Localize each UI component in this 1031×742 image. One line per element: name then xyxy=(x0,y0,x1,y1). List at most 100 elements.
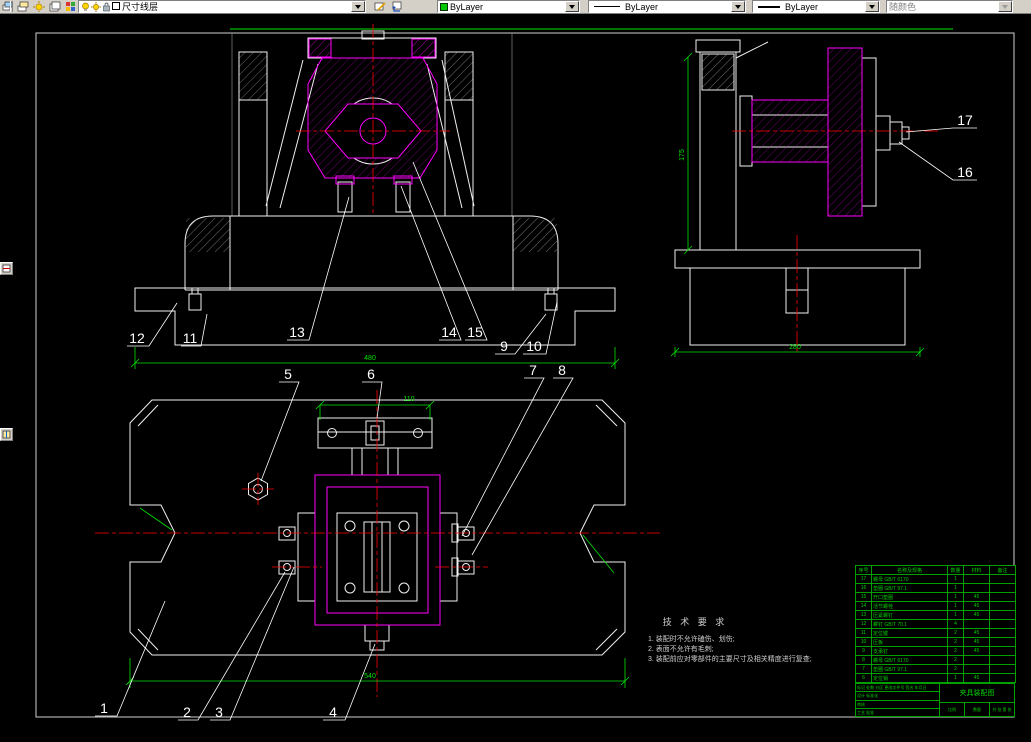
layer-manager-button[interactable] xyxy=(47,0,62,13)
bom-cell-remark xyxy=(989,673,1016,683)
callout-label: 16 xyxy=(957,164,973,180)
bom-row: 12 螺钉 GB/T 70.1 4 xyxy=(855,619,1016,629)
tech-requirements-title: 技 术 要 求 xyxy=(663,616,728,627)
bom-cell-name: 螺钉 GB/T 70.1 xyxy=(871,619,948,629)
bom-cell-qty: 1 xyxy=(947,592,964,602)
bom-row: 11 定位键 2 45 xyxy=(855,628,1016,638)
toolbar-grip[interactable] xyxy=(10,1,13,12)
bom-cell-qty: 2 xyxy=(947,628,964,638)
layer-combo-arrow[interactable] xyxy=(351,1,365,12)
sheet-arrow-icon xyxy=(391,1,401,12)
bom-cell-no: 11 xyxy=(855,628,872,638)
callout-label: 7 xyxy=(529,362,537,378)
lineweight-combo-value: ByLayer xyxy=(785,1,819,12)
bom-cell-qty: 2 xyxy=(947,646,964,656)
dim-side-base: 280 xyxy=(789,344,801,351)
bom-row: 9 支承钉 2 45 xyxy=(855,646,1016,656)
bom-cell-name: 压板 xyxy=(871,637,948,647)
callout-label: 13 xyxy=(289,324,305,340)
bom-cell-qty: 2 xyxy=(947,664,964,674)
bom-cell-name: 螺母 GB/T 6170 xyxy=(871,655,948,665)
title-block-fields: 比例 数量 共 张 第 张 xyxy=(940,703,1014,716)
lock-icon xyxy=(103,2,110,11)
bom-cell-no: 14 xyxy=(855,601,872,611)
bom-cell-qty: 1 xyxy=(947,601,964,611)
bom-cell-material: 45 xyxy=(963,628,990,638)
side-magenta-geometry xyxy=(751,47,863,217)
chevron-down-icon xyxy=(1002,5,1008,12)
front-view xyxy=(134,30,616,346)
bom-row: 10 压板 2 45 xyxy=(855,637,1016,647)
bom-cell-material xyxy=(963,583,990,593)
bom-cell-remark xyxy=(989,637,1016,647)
bom-row: 15 开口垫圈 1 45 xyxy=(855,592,1016,602)
callout-label: 15 xyxy=(467,324,483,340)
side-white-geometry xyxy=(674,39,921,346)
color-combo-arrow[interactable] xyxy=(565,1,579,12)
bom-cell-material: 45 xyxy=(963,646,990,656)
bom-cell-material xyxy=(963,655,990,665)
layer-properties-button[interactable] xyxy=(15,0,30,13)
layer-color-chip-icon xyxy=(112,2,120,10)
bom-cell-no: 8 xyxy=(855,655,872,665)
bom-cell-remark xyxy=(989,601,1016,611)
color-grid-icon xyxy=(65,2,75,11)
layer-stack-icon xyxy=(17,1,28,12)
lineweight-combo[interactable]: ByLayer xyxy=(752,0,880,13)
bom-header-cell: 序号 xyxy=(855,565,872,575)
docked-tool-button-2[interactable] xyxy=(0,428,13,441)
color-combo[interactable]: ByLayer xyxy=(437,0,580,13)
bom-cell-remark xyxy=(989,628,1016,638)
bom-cell-remark xyxy=(989,655,1016,665)
main-toolbar: 尺寸线层 ByLayer ByLayer ByLayer 随颜色 xyxy=(0,0,1031,14)
bom-row: 6 定位销 1 45 xyxy=(855,673,1016,683)
bom-cell-no: 10 xyxy=(855,637,872,647)
bom-row: 7 垫圈 GB/T 97.1 2 xyxy=(855,664,1016,674)
color-control-button[interactable] xyxy=(63,0,78,13)
sheet-pencil-icon xyxy=(374,2,386,11)
callout-label: 1 xyxy=(100,700,108,716)
bom-cell-no: 15 xyxy=(855,592,872,602)
bom-cell-no: 12 xyxy=(855,619,872,629)
callout-label: 14 xyxy=(441,324,457,340)
bom-header-row: 序号 名称及规格 数量 材料 备注 xyxy=(855,565,1016,575)
tech-requirements: 技 术 要 求 1. 装配时不允许磕伤、划伤; 2. 表面不允许有毛刺; 3. … xyxy=(648,616,812,663)
lineweight-combo-arrow[interactable] xyxy=(865,1,879,12)
make-layer-current-button[interactable] xyxy=(372,0,387,13)
tech-requirement-item: 1. 装配时不允许磕伤、划伤; xyxy=(648,634,735,643)
callout-label: 8 xyxy=(558,362,566,378)
bom-cell-material: 45 xyxy=(963,673,990,683)
chevron-down-icon xyxy=(869,5,875,12)
bom-cell-material xyxy=(963,619,990,629)
dim-plan-total: 540 xyxy=(364,673,376,680)
bom-cell-remark xyxy=(989,619,1016,629)
callout-label: 10 xyxy=(526,338,542,354)
color-combo-value: ByLayer xyxy=(450,1,484,12)
bom-cell-material: 45 xyxy=(963,637,990,647)
linetype-sample-icon xyxy=(594,6,620,7)
linetype-combo-value: ByLayer xyxy=(625,1,659,12)
bom-cell-no: 9 xyxy=(855,646,872,656)
scale-label: 比例 xyxy=(940,703,965,716)
title-block-row: 设计 标准化 xyxy=(856,692,939,701)
freeze-sun-icon xyxy=(91,1,101,12)
linetype-combo[interactable]: ByLayer xyxy=(588,0,746,13)
layer-combo[interactable]: 尺寸线层 xyxy=(78,0,366,13)
bom-cell-no: 17 xyxy=(855,574,872,584)
callout-label: 11 xyxy=(183,330,198,346)
bom-cell-qty: 4 xyxy=(947,619,964,629)
linetype-combo-arrow[interactable] xyxy=(731,1,745,12)
title-block-row: 审核 xyxy=(856,701,939,709)
bom-cell-no: 6 xyxy=(855,673,872,683)
bom-header-cell: 备注 xyxy=(989,565,1016,575)
layer-state-button[interactable] xyxy=(31,0,46,13)
layer-previous-button[interactable] xyxy=(389,0,404,13)
callout-label: 5 xyxy=(284,366,292,382)
bom-cell-name: 压紧螺钉 xyxy=(871,610,948,620)
layer-combo-value: 尺寸线层 xyxy=(122,2,159,12)
bom-cell-no: 7 xyxy=(855,664,872,674)
bom-cell-remark xyxy=(989,574,1016,584)
bom-cell-qty: 1 xyxy=(947,610,964,620)
docked-tool-button-1[interactable] xyxy=(0,262,13,275)
plan-white-geometry xyxy=(129,399,626,656)
